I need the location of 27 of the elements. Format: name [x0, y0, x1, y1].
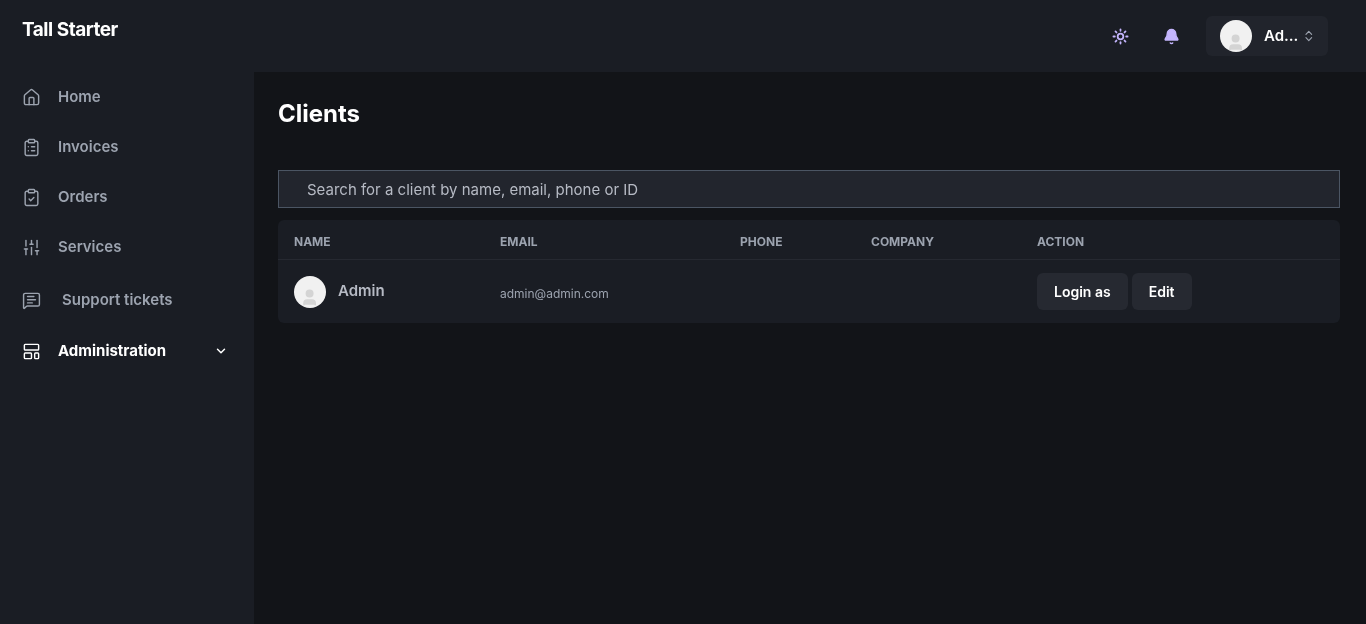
nav-item[interactable]: Administration	[22, 326, 232, 376]
column-header: COMPANY	[871, 233, 934, 249]
chat-icon	[22, 290, 41, 310]
action-button[interactable]: Login as	[1037, 273, 1128, 310]
nav-item[interactable]: Support tickets	[22, 274, 232, 326]
app-title: Tall Starter	[22, 18, 118, 41]
nav-item[interactable]: Orders	[22, 172, 232, 222]
page-title: Clients	[278, 98, 362, 130]
layout-icon	[22, 341, 41, 361]
column-header: PHONE	[740, 233, 783, 249]
sliders-icon	[22, 237, 41, 257]
avatar	[1220, 20, 1252, 52]
clipboard-check-icon	[22, 187, 41, 207]
client-email: admin@admin.com	[500, 285, 609, 301]
home-icon	[22, 87, 41, 107]
clipboard-list-icon	[22, 137, 41, 157]
nav-item[interactable]: Home	[22, 72, 232, 122]
column-header: NAME	[294, 233, 331, 249]
search-field[interactable]: Search for a client by name, email, phone or ID	[278, 170, 1340, 208]
nav-item[interactable]: Invoices	[22, 122, 232, 172]
action-button[interactable]: Edit	[1131, 273, 1192, 310]
column-header: EMAIL	[500, 233, 538, 249]
nav-item[interactable]: Services	[22, 222, 232, 272]
user-menu-button[interactable]: Ad...	[1206, 16, 1328, 56]
client-name: Admin	[338, 280, 385, 303]
avatar	[294, 275, 326, 308]
column-header: ACTION	[1037, 233, 1085, 249]
